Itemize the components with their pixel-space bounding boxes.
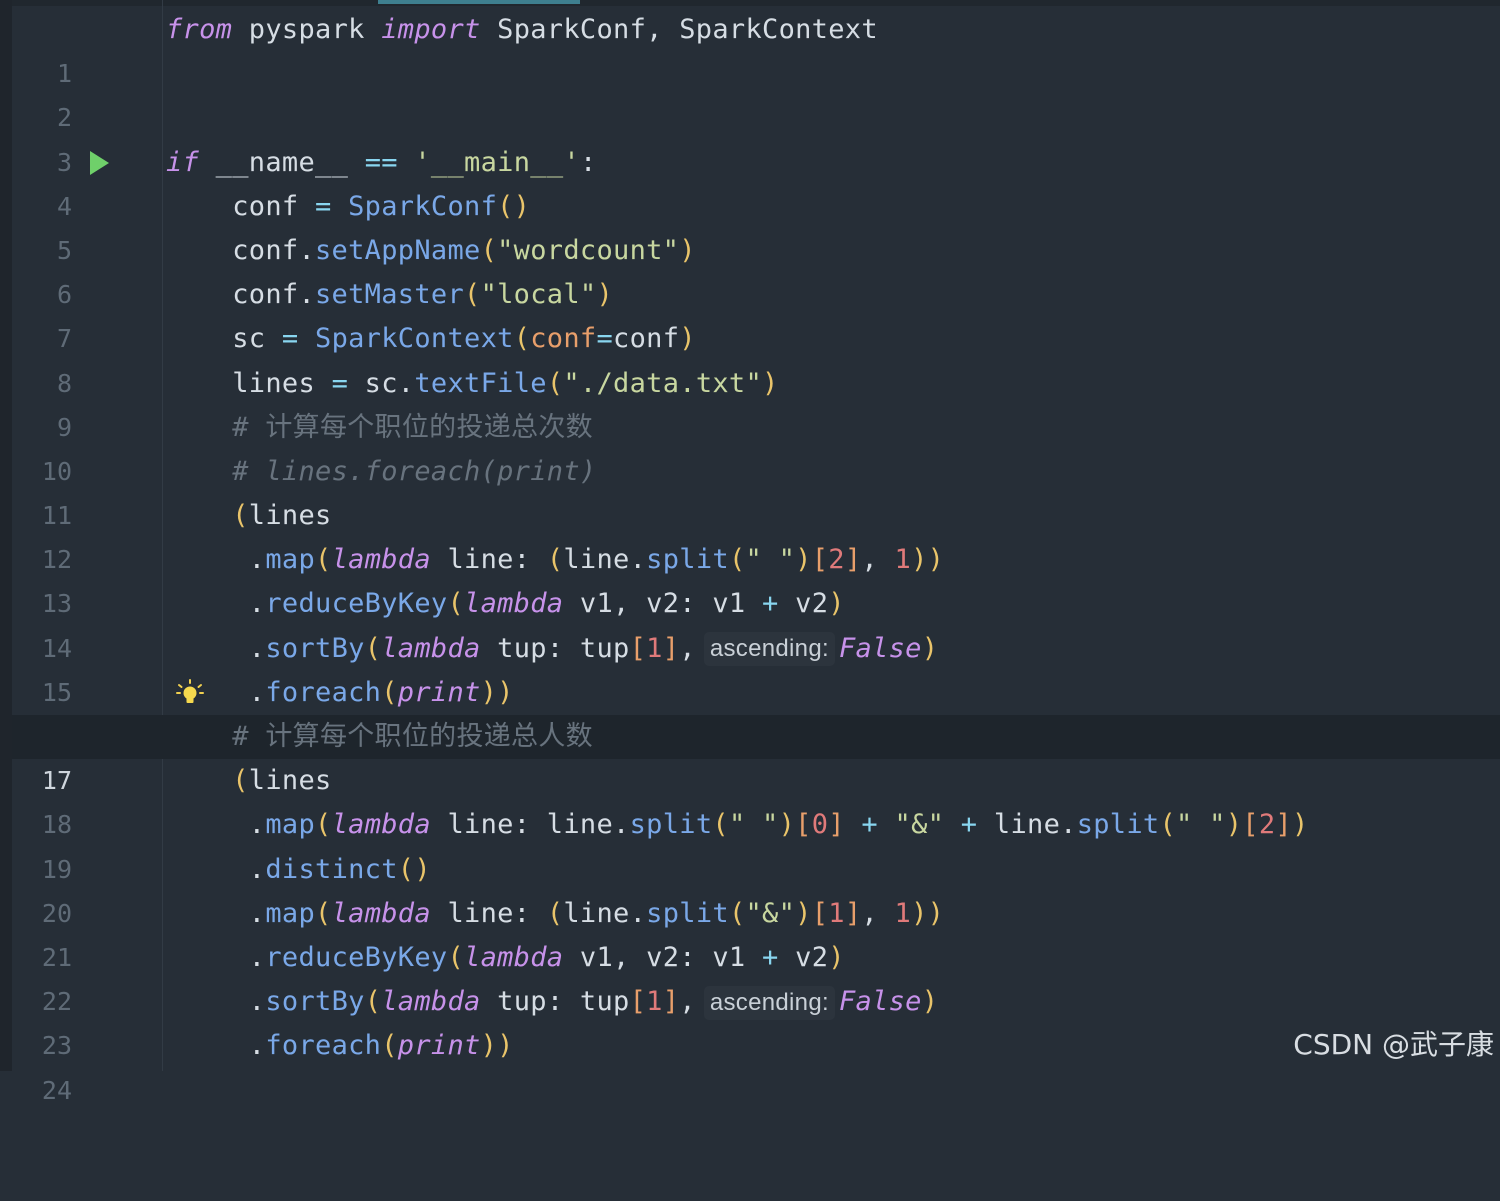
code-text: .map(lambda line: line.split(" ")[0] + "… bbox=[166, 809, 1309, 841]
code-text: lines = sc.textFile("./data.txt") bbox=[166, 367, 779, 399]
code-line[interactable]: 8 sc = SparkContext(conf=conf) bbox=[12, 317, 1500, 397]
code-text: (lines bbox=[232, 500, 332, 532]
code-text: if __name__ == '__main__': bbox=[166, 146, 597, 178]
code-line[interactable]: 12 (lines bbox=[12, 494, 1500, 574]
code-line-current[interactable]: 17 # 计算每个职位的投递总人数 bbox=[12, 715, 1500, 795]
code-line[interactable]: 16 .foreach(print)) bbox=[12, 671, 1500, 751]
code-line[interactable]: 18 (lines bbox=[12, 759, 1500, 839]
code-text: # lines.foreach(print) bbox=[166, 450, 596, 494]
code-line[interactable]: 10 # 计算每个职位的投递总次数 bbox=[12, 406, 1500, 486]
code-line[interactable]: 24 .foreach(print)) bbox=[12, 1024, 1500, 1104]
line-number: 24 bbox=[41, 1075, 72, 1105]
code-text: .reduceByKey(lambda v1, v2: v1 + v2) bbox=[166, 941, 845, 973]
code-text: from pyspark import SparkConf, SparkCont… bbox=[166, 14, 878, 45]
code-line[interactable]: 3 bbox=[12, 96, 1500, 177]
parameter-hint: ascending: bbox=[703, 632, 835, 667]
code-line[interactable]: 11 # lines.foreach(print) bbox=[12, 450, 1500, 530]
code-comment: # lines.foreach(print) bbox=[232, 455, 597, 487]
code-line[interactable]: 5 conf = SparkConf() bbox=[12, 185, 1500, 265]
code-text: .sortBy(lambda tup: tup[1], ascending: Fal… bbox=[166, 980, 938, 1024]
code-line[interactable]: 22 .reduceByKey(lambda v1, v2: v1 + v2) bbox=[12, 936, 1500, 1016]
code-line[interactable]: 15 .sortBy(lambda tup: tup[1], ascending:… bbox=[12, 627, 1500, 707]
code-text: conf.setMaster("local") bbox=[166, 279, 614, 311]
code-line[interactable]: 4 if __name__ == '__main__': bbox=[12, 141, 1500, 221]
code-line[interactable]: 21 .map(lambda line: (line.split("&")[1]… bbox=[12, 892, 1500, 972]
code-line[interactable]: 20 .distinct() bbox=[12, 848, 1500, 928]
active-tab-indicator bbox=[378, 0, 580, 4]
code-line[interactable]: 9 lines = sc.textFile("./data.txt") bbox=[12, 362, 1500, 442]
code-text: .foreach(print)) bbox=[166, 676, 514, 708]
code-text: .sortBy(lambda tup: tup[1], ascending: Fal… bbox=[166, 627, 938, 671]
code-text: .foreach(print)) bbox=[166, 1030, 514, 1062]
code-line[interactable]: 1 from pyspark import SparkConf, SparkCo… bbox=[12, 8, 1500, 88]
code-text: # 计算每个职位的投递总人数 bbox=[166, 715, 593, 759]
code-line[interactable]: 2 bbox=[12, 52, 1500, 132]
code-text: (lines bbox=[232, 765, 332, 797]
parameter-hint: ascending: bbox=[703, 985, 835, 1020]
code-text: # 计算每个职位的投递总次数 bbox=[166, 406, 593, 450]
watermark: CSDN @武子康 bbox=[1293, 1028, 1494, 1061]
code-text: .reduceByKey(lambda v1, v2: v1 + v2) bbox=[166, 588, 845, 620]
code-editor[interactable]: 1 from pyspark import SparkConf, SparkCo… bbox=[12, 8, 1500, 1105]
code-comment: # 计算每个职位的投递总人数 bbox=[232, 721, 593, 752]
code-text: .map(lambda line: (line.split("&")[1], 1… bbox=[166, 897, 945, 929]
code-comment: # 计算每个职位的投递总次数 bbox=[232, 411, 593, 443]
left-edge bbox=[0, 0, 12, 1071]
code-line[interactable]: 13 .map(lambda line: (line.split(" ")[2]… bbox=[12, 538, 1500, 618]
code-line[interactable]: 7 conf.setMaster("local") bbox=[12, 273, 1500, 353]
code-line[interactable]: 23 .sortBy(lambda tup: tup[1], ascending:… bbox=[12, 980, 1500, 1060]
code-text: sc = SparkContext(conf=conf) bbox=[166, 323, 696, 355]
code-text: .map(lambda line: (line.split(" ")[2], 1… bbox=[166, 544, 945, 576]
code-line[interactable]: 14 .reduceByKey(lambda v1, v2: v1 + v2) bbox=[12, 582, 1500, 662]
code-text: conf.setAppName("wordcount") bbox=[166, 234, 696, 266]
code-text: conf = SparkConf() bbox=[166, 190, 531, 222]
code-text: .distinct() bbox=[166, 853, 431, 885]
code-line[interactable]: 19 .map(lambda line: line.split(" ")[0] … bbox=[12, 803, 1500, 883]
code-line[interactable]: 6 conf.setAppName("wordcount") bbox=[12, 229, 1500, 309]
editor-tab-strip bbox=[0, 0, 1500, 6]
run-icon[interactable] bbox=[88, 141, 110, 185]
